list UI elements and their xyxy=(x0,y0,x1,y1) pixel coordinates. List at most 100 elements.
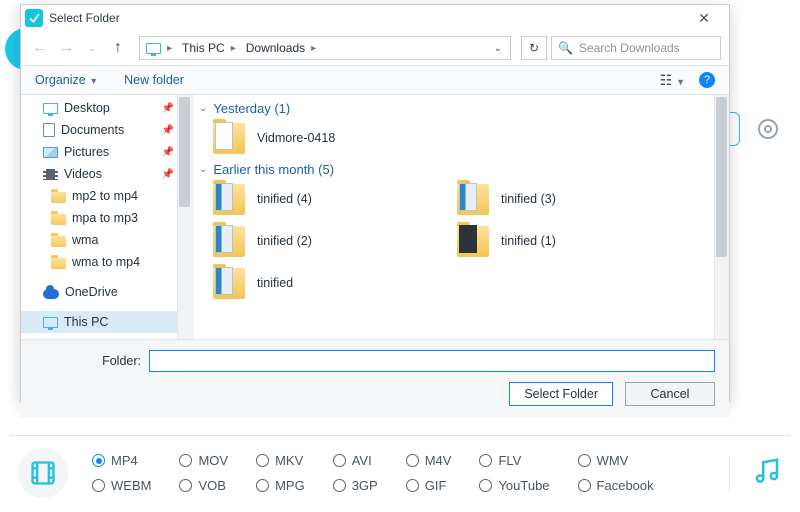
refresh-button[interactable]: ↻ xyxy=(521,36,547,60)
close-icon[interactable]: ✕ xyxy=(687,10,721,27)
folder-name-input[interactable] xyxy=(149,350,715,372)
tree-item-label: mpa to mp3 xyxy=(72,211,138,225)
breadcrumb-seg[interactable]: Downloads▸ xyxy=(242,41,322,55)
pin-icon: 📌 xyxy=(162,147,174,158)
tree-item-label: This PC xyxy=(64,315,108,329)
format-option[interactable]: WEBM xyxy=(92,478,151,493)
format-option[interactable]: FLV xyxy=(479,453,549,468)
format-grid: MP4 MOV MKV AVI M4V FLV WMV WEBM VOB MPG 3GP GIF You… xyxy=(92,453,654,493)
radio-icon xyxy=(256,454,269,467)
folder-icon xyxy=(51,236,66,247)
format-label: 3GP xyxy=(352,478,378,493)
scrollbar[interactable] xyxy=(177,95,192,339)
search-placeholder: Search Downloads xyxy=(579,41,680,55)
format-label: WEBM xyxy=(111,478,151,493)
mon-icon xyxy=(43,103,58,114)
format-label: AVI xyxy=(352,453,372,468)
scrollbar[interactable] xyxy=(714,95,729,339)
cancel-button[interactable]: Cancel xyxy=(625,382,715,406)
radio-icon xyxy=(92,479,105,492)
tree-item[interactable]: Documents📌 xyxy=(21,119,192,141)
folder-item-label: tinified (2) xyxy=(257,234,312,248)
folder-icon xyxy=(51,258,66,269)
titlebar: Select Folder ✕ xyxy=(21,5,729,31)
format-label: YouTube xyxy=(498,478,549,493)
nav-recent-chevron[interactable]: ⌄ xyxy=(81,37,103,59)
format-option[interactable]: MP4 xyxy=(92,453,151,468)
tree-item[interactable]: wma to mp4 xyxy=(21,251,192,273)
breadcrumb-dropdown-icon[interactable]: ⌄ xyxy=(488,43,508,54)
format-option[interactable]: 3GP xyxy=(333,478,378,493)
vid-icon xyxy=(43,169,58,180)
search-icon: 🔍 xyxy=(558,41,573,55)
nav-back-icon[interactable]: ← xyxy=(29,37,51,59)
help-icon[interactable]: ? xyxy=(699,72,715,88)
radio-icon xyxy=(479,479,492,492)
format-option[interactable]: MKV xyxy=(256,453,305,468)
radio-icon xyxy=(578,479,591,492)
tree-item-label: mp2 to mp4 xyxy=(72,189,138,203)
tree-item[interactable]: This PC xyxy=(21,311,192,333)
nav-tree: Desktop📌Documents📌Pictures📌Videos📌mp2 to… xyxy=(21,95,193,339)
doc-icon xyxy=(43,123,55,137)
folder-item-label: tinified (3) xyxy=(501,192,556,206)
caret-down-icon: ▼ xyxy=(89,76,98,86)
tree-item[interactable]: Desktop📌 xyxy=(21,97,192,119)
group-header[interactable]: ⌄Earlier this month (5) xyxy=(193,156,713,181)
breadcrumb-seg[interactable]: This PC▸ xyxy=(178,41,242,55)
tree-item-label: Pictures xyxy=(64,145,109,159)
new-folder-button[interactable]: New folder xyxy=(124,73,184,87)
breadcrumb[interactable]: ▸ This PC▸ Downloads▸ ⌄ xyxy=(139,36,511,60)
format-label: MKV xyxy=(275,453,303,468)
format-option[interactable]: AVI xyxy=(333,453,378,468)
folder-item[interactable]: tinified xyxy=(211,265,441,301)
tree-item[interactable]: Videos📌 xyxy=(21,163,192,185)
folder-item[interactable]: tinified (3) xyxy=(455,181,685,217)
audio-category-icon[interactable] xyxy=(729,456,782,491)
toolbar: Organize ▼ New folder ☷ ▼ ? xyxy=(21,65,729,95)
video-category-icon[interactable] xyxy=(18,448,68,498)
tree-item-label: Desktop xyxy=(64,101,110,115)
select-folder-button[interactable]: Select Folder xyxy=(509,382,613,406)
format-option[interactable]: GIF xyxy=(406,478,452,493)
pin-icon: 📌 xyxy=(162,125,174,136)
folder-item[interactable]: tinified (4) xyxy=(211,181,441,217)
folder-item[interactable]: tinified (1) xyxy=(455,223,685,259)
format-option[interactable]: Facebook xyxy=(578,478,654,493)
tree-item-label: OneDrive xyxy=(65,285,118,299)
content-pane: ⌄Yesterday (1) Vidmore-0418 ⌄Earlier this … xyxy=(193,95,729,339)
divider xyxy=(10,435,790,436)
view-options-icon[interactable]: ☷ ▼ xyxy=(660,72,685,89)
nav-row: ← → ⌄ ↑ ▸ This PC▸ Downloads▸ ⌄ ↻ 🔍 Sear… xyxy=(21,31,729,65)
tree-item[interactable]: OneDrive xyxy=(21,281,192,303)
format-label: MPG xyxy=(275,478,305,493)
this-pc-icon xyxy=(146,43,161,54)
format-option[interactable]: M4V xyxy=(406,453,452,468)
tree-item[interactable]: Pictures 📌 xyxy=(21,141,192,163)
group-title: Yesterday (1) xyxy=(213,101,290,116)
settings-gear-icon[interactable] xyxy=(758,119,778,139)
folder-item[interactable]: tinified (2) xyxy=(211,223,441,259)
organize-menu[interactable]: Organize ▼ xyxy=(35,73,98,87)
format-label: MOV xyxy=(198,453,228,468)
dialog-title: Select Folder xyxy=(49,11,120,25)
format-option[interactable]: MPG xyxy=(256,478,305,493)
search-input[interactable]: 🔍 Search Downloads xyxy=(551,36,721,60)
format-option[interactable]: MOV xyxy=(179,453,228,468)
nav-forward-icon[interactable]: → xyxy=(55,37,77,59)
tree-item[interactable]: mp2 to mp4 xyxy=(21,185,192,207)
tree-item[interactable]: wma xyxy=(21,229,192,251)
group-header[interactable]: ⌄Yesterday (1) xyxy=(193,95,713,120)
format-label: MP4 xyxy=(111,453,138,468)
format-option[interactable]: WMV xyxy=(578,453,654,468)
radio-icon xyxy=(179,479,192,492)
format-option[interactable]: YouTube xyxy=(479,478,549,493)
nav-up-icon[interactable]: ↑ xyxy=(107,37,129,59)
format-option[interactable]: VOB xyxy=(179,478,228,493)
group-title: Earlier this month (5) xyxy=(213,162,334,177)
folder-item-label: Vidmore-0418 xyxy=(257,131,335,145)
folder-item[interactable]: Vidmore-0418 xyxy=(211,120,441,156)
dialog-footer: Folder: Select Folder Cancel xyxy=(21,339,729,418)
radio-icon xyxy=(92,454,105,467)
tree-item[interactable]: mpa to mp3 xyxy=(21,207,192,229)
